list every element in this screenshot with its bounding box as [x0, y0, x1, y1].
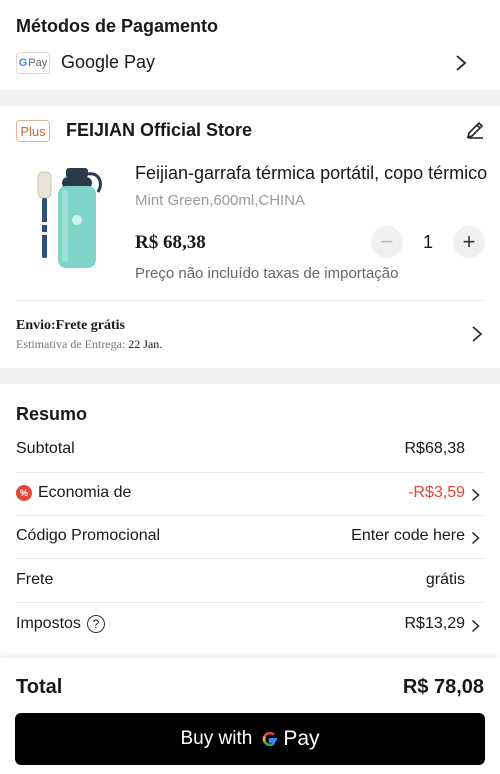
- subtotal-value: R$68,38: [404, 440, 466, 457]
- product-variant[interactable]: Mint Green,600ml,CHINA: [135, 192, 305, 209]
- quantity-decrease-button[interactable]: −: [371, 226, 403, 258]
- google-pay-logo: G Pay: [16, 52, 50, 74]
- promo-code-row[interactable]: Código Promocional Enter code here: [16, 515, 484, 558]
- product-price: R$ 68,38: [135, 232, 206, 253]
- edit-icon[interactable]: [465, 120, 485, 140]
- product-image[interactable]: [18, 160, 116, 272]
- summary-section: Resumo Subtotal R$68,38 % Economia de -R$…: [0, 384, 500, 664]
- chevron-right-icon[interactable]: [471, 619, 480, 633]
- import-tax-note: Preço não incluído taxas de importação: [135, 265, 399, 282]
- shipping-row: Frete grátis: [16, 559, 484, 602]
- delivery-date: 22 Jan.: [128, 337, 163, 351]
- payment-method-label[interactable]: Google Pay: [61, 52, 155, 73]
- store-section: Plus FEIJIAN Official Store Feijian-garr…: [0, 106, 500, 368]
- shipping-value: grátis: [425, 571, 465, 588]
- buy-button-label: Buy with: [180, 728, 253, 749]
- divider: [16, 300, 484, 301]
- shipping-option[interactable]: Envio:Frete grátis: [16, 318, 125, 334]
- payment-section: Métodos de Pagamento G Pay Google Pay: [0, 0, 500, 90]
- subtotal-label: Subtotal: [16, 440, 75, 457]
- quantity-value: 1: [422, 232, 433, 252]
- taxes-row[interactable]: Impostos? R$13,29: [16, 603, 484, 646]
- chevron-right-icon[interactable]: [471, 325, 483, 343]
- product-title[interactable]: Feijian-garrafa térmica portátil, copo t…: [135, 163, 490, 184]
- discount-icon: %: [16, 485, 32, 501]
- savings-label: Economia de: [38, 484, 132, 501]
- payment-title: Métodos de Pagamento: [16, 16, 219, 36]
- chevron-right-icon[interactable]: [471, 531, 480, 545]
- store-name[interactable]: FEIJIAN Official Store: [66, 120, 252, 141]
- shipping-label: Frete: [16, 571, 54, 588]
- google-g-icon: [263, 731, 278, 747]
- total-value: R$ 78,08: [402, 676, 484, 698]
- summary-title: Resumo: [16, 404, 88, 424]
- taxes-label: Impostos: [16, 615, 81, 632]
- taxes-value: R$13,29: [404, 615, 466, 632]
- quantity-increase-button[interactable]: +: [453, 226, 485, 258]
- subtotal-row: Subtotal R$68,38: [16, 428, 484, 471]
- checkout-bar: Total R$ 78,08 Buy with Pay: [0, 658, 500, 774]
- delivery-estimate: Estimativa de Entrega: 22 Jan.: [16, 337, 163, 351]
- pay-label: Pay: [283, 727, 320, 750]
- chevron-right-icon[interactable]: [455, 54, 467, 72]
- help-icon[interactable]: ?: [86, 615, 105, 633]
- chevron-right-icon[interactable]: [471, 488, 480, 502]
- buy-with-google-pay-button[interactable]: Buy with Pay: [15, 713, 485, 765]
- promo-code-label: Código Promocional: [16, 527, 161, 544]
- total-label: Total: [16, 676, 63, 698]
- savings-value: -R$3,59: [408, 484, 465, 501]
- savings-row[interactable]: % Economia de -R$3,59: [16, 472, 484, 515]
- promo-code-input[interactable]: Enter code here: [351, 527, 465, 545]
- plus-badge: Plus: [16, 120, 50, 142]
